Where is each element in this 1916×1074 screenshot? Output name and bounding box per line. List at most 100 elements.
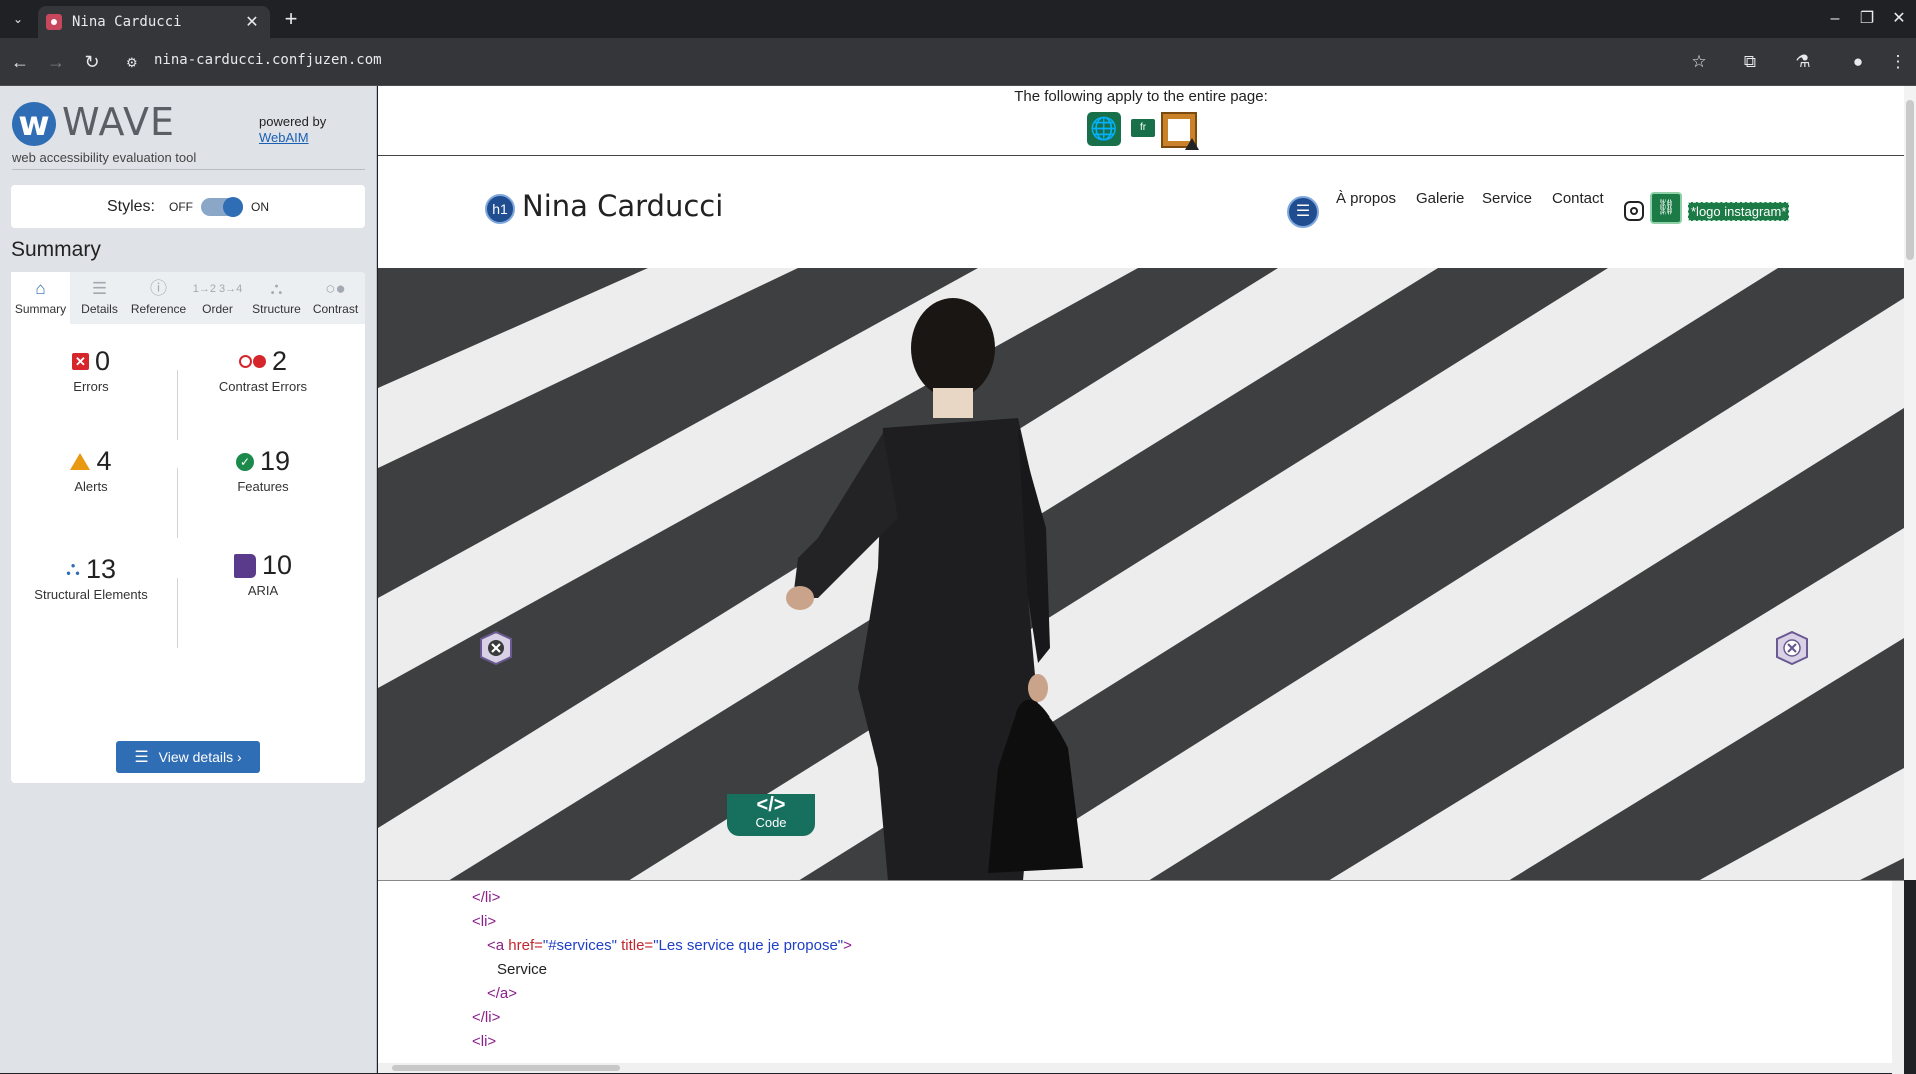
aria-count: 10 — [261, 550, 293, 580]
alert-document-icon[interactable] — [1161, 112, 1199, 150]
extensions-icon[interactable]: ⧉ — [1736, 48, 1764, 76]
forward-icon[interactable]: → — [42, 48, 70, 76]
site-favicon-icon — [46, 14, 62, 30]
alt-text-badge[interactable]: *logo instagram* — [1688, 202, 1790, 221]
tab-contrast[interactable]: ○● Contrast — [306, 272, 365, 324]
tab-order[interactable]: 1→2 3→4 Order — [188, 272, 247, 324]
browser-tab[interactable]: Nina Carducci ✕ — [38, 6, 270, 38]
page-viewport: The following apply to the entire page: … — [378, 86, 1904, 880]
crosswalk-photo — [378, 268, 1904, 880]
hero-image — [378, 268, 1904, 880]
structural-label: Structural Elements — [34, 587, 148, 602]
wave-tagline: web accessibility evaluation tool — [12, 150, 197, 165]
image-missing-alt-icon[interactable] — [478, 630, 514, 666]
menu-dots-icon[interactable]: ⋮ — [1884, 48, 1912, 76]
tab-structure[interactable]: ⛬ Structure — [247, 272, 306, 324]
order-icon: 1→2 3→4 — [192, 283, 243, 295]
site-settings-icon[interactable]: ⚙ — [126, 55, 142, 70]
styles-label: Styles: — [106, 197, 155, 215]
wave-tabs: ⌂ Summary ☰ Details ⓘ Reference 1→2 3→4 Orde… — [11, 272, 365, 324]
code-toggle-tab[interactable]: </> Code — [727, 794, 815, 836]
list-structure-icon[interactable]: ☰ — [1287, 196, 1319, 228]
instagram-icon[interactable] — [1624, 201, 1644, 221]
h1-badge[interactable]: h1 — [485, 194, 515, 224]
structural-count: 13 — [85, 554, 117, 584]
contrast-icon: ○● — [325, 279, 346, 298]
code-line: <li> — [472, 1033, 497, 1050]
page-scrollbar[interactable] — [1904, 86, 1916, 880]
restore-icon[interactable]: ❐ — [1852, 6, 1882, 32]
wave-sidebar: w WAVE web accessibility evaluation tool… — [0, 86, 377, 1073]
language-globe-icon[interactable]: 🌐 — [1087, 112, 1121, 146]
image-missing-alt-icon[interactable] — [1774, 630, 1810, 666]
bookmark-star-icon[interactable]: ☆ — [1685, 48, 1713, 76]
code-line: </a> — [487, 985, 518, 1002]
wave-brand: WAVE — [62, 100, 176, 144]
error-icon: ✕ — [71, 353, 89, 370]
contrast-errors-count: 2 — [271, 346, 288, 376]
minimize-icon[interactable]: – — [1820, 6, 1850, 32]
structure-icon: ⛬ — [270, 279, 283, 298]
site-header: h1 Nina Carducci ☰ À propos Galerie Serv… — [378, 156, 1904, 268]
info-icon: ⓘ — [150, 279, 167, 298]
nav-link-service[interactable]: Service — [1482, 190, 1532, 207]
code-horizontal-scrollbar[interactable] — [378, 1063, 1904, 1073]
features-count: 19 — [259, 446, 291, 476]
divider — [177, 370, 178, 440]
stat-aria: 10 ARIA — [183, 550, 343, 598]
code-line: <li> — [472, 913, 497, 930]
address-bar[interactable]: nina-carducci.confjuzen.com — [154, 52, 382, 68]
code-scrollbar[interactable] — [1892, 881, 1904, 1074]
profile-icon[interactable]: ● — [1844, 48, 1872, 76]
labs-flask-icon[interactable]: ⚗ — [1789, 48, 1817, 76]
language-badge[interactable]: fr — [1131, 119, 1155, 137]
feature-check-icon: ✓ — [235, 452, 254, 471]
summary-heading: Summary — [11, 238, 101, 261]
back-icon[interactable]: ← — [6, 48, 34, 76]
stat-alerts: 4 Alerts — [11, 446, 171, 494]
stat-contrast-errors: 2 Contrast Errors — [183, 346, 343, 394]
code-line: </li> — [472, 889, 501, 906]
close-tab-icon[interactable]: ✕ — [242, 12, 262, 32]
contrast-error-icon — [238, 355, 266, 368]
alert-icon — [70, 453, 91, 470]
nav-link-a-propos[interactable]: À propos — [1336, 190, 1396, 207]
webaim-link[interactable]: WebAIM — [259, 130, 326, 146]
tab-summary[interactable]: ⌂ Summary — [11, 272, 70, 324]
powered-by: powered by WebAIM — [259, 114, 326, 146]
divider — [177, 468, 178, 538]
features-label: Features — [237, 479, 289, 494]
close-window-icon[interactable]: ✕ — [1884, 6, 1914, 32]
tab-search-icon[interactable]: ⌄ — [6, 7, 30, 31]
structure-icon: ⛬ — [65, 558, 80, 580]
errors-count: 0 — [94, 346, 111, 376]
aria-label: ARIA — [247, 583, 279, 598]
toggle-knob — [223, 196, 243, 217]
errors-label: Errors — [73, 379, 109, 394]
wave-logo-icon: w — [12, 102, 56, 146]
styles-off-label: OFF — [169, 199, 193, 214]
view-details-label: View details › — [158, 749, 242, 765]
tab-reference[interactable]: ⓘ Reference — [129, 272, 188, 324]
contrast-errors-label: Contrast Errors — [218, 379, 308, 394]
code-line: <a href="#services" title="Les service q… — [487, 937, 852, 954]
home-icon: ⌂ — [35, 279, 46, 298]
styles-toggle[interactable] — [201, 196, 243, 217]
page-notice-text: The following apply to the entire page: — [1014, 88, 1268, 105]
new-tab-icon[interactable]: + — [278, 6, 304, 32]
powered-by-text: powered by — [259, 114, 327, 129]
stat-errors: ✕ 0 Errors — [11, 346, 171, 394]
linked-image-icon[interactable]: ⛓ — [1650, 192, 1682, 224]
nav-link-contact[interactable]: Contact — [1552, 190, 1604, 207]
tab-details[interactable]: ☰ Details — [70, 272, 129, 324]
summary-card: ⌂ Summary ☰ Details ⓘ Reference 1→2 3→4 Orde… — [11, 272, 365, 783]
view-details-button[interactable]: ☰ View details › — [116, 741, 260, 773]
code-icon: </> — [756, 794, 786, 816]
divider — [177, 578, 178, 648]
alerts-label: Alerts — [74, 479, 108, 494]
reload-icon[interactable]: ↻ — [78, 48, 106, 76]
code-line: </li> — [472, 1009, 501, 1026]
browser-toolbar: ← → ↻ ⚙ nina-carducci.confjuzen.com ☆ ⧉ … — [0, 38, 1916, 86]
code-panel: </li> <li> <a href="#services" title="Le… — [378, 880, 1904, 1074]
nav-link-galerie[interactable]: Galerie — [1416, 190, 1464, 207]
